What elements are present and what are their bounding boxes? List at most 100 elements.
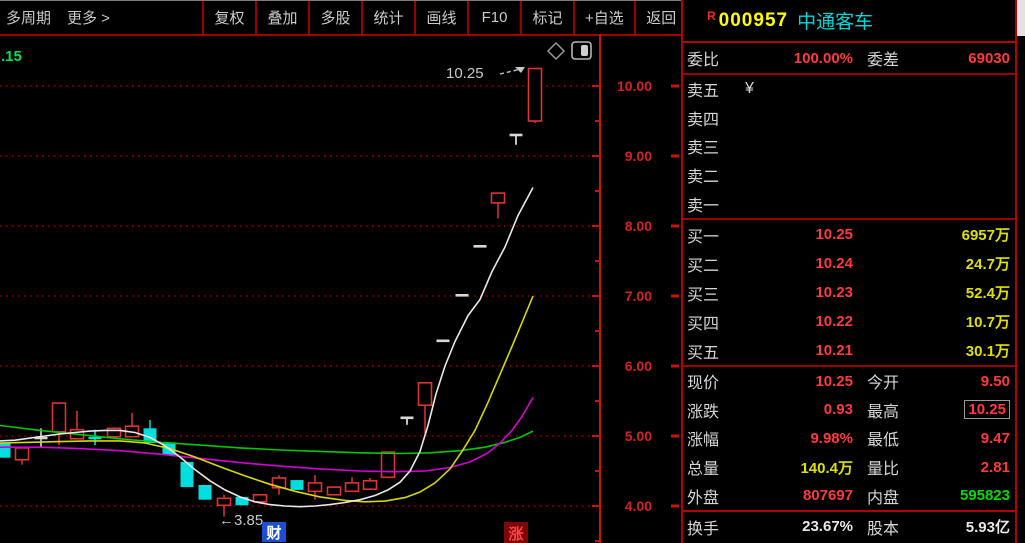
- badge-cai-label: 财: [266, 524, 281, 542]
- y-axis-label: 9.00: [625, 148, 652, 164]
- info-value-2: 10.25: [929, 401, 1010, 418]
- weibi-row: 委比 100.00% 委差 69030: [683, 43, 1015, 75]
- toolbar-button-统计[interactable]: 统计: [361, 1, 414, 34]
- sell-level-label: 卖二: [687, 163, 745, 187]
- gutter-tick: [671, 365, 679, 368]
- candlestick-chart[interactable]: 10.009.008.007.006.005.004.00.1510.25←3.…: [0, 34, 681, 543]
- sell-order-book: 卖五¥卖四卖三卖二卖一: [683, 75, 1015, 220]
- toolbar-button-+自选[interactable]: +自选: [573, 1, 634, 34]
- info-value-1: 0.93: [749, 401, 853, 418]
- info-row: 涨跌0.93最高10.25: [683, 396, 1015, 425]
- toolbar-buttons: 复权叠加多股统计画线F10标记+自选返回: [202, 1, 689, 34]
- stock-title: R 000957 中通客车: [683, 0, 1015, 43]
- candle-down: [291, 480, 304, 490]
- margin-flag: R: [707, 9, 716, 23]
- y-axis-label: 5.00: [625, 428, 652, 444]
- info-row: 外盘807697内盘595823: [683, 481, 1015, 510]
- buy-price: 10.23: [745, 284, 853, 301]
- sell-level-row[interactable]: 卖五¥: [683, 75, 1015, 104]
- toolbar-button-复权[interactable]: 复权: [202, 1, 255, 34]
- candle-up: [382, 452, 395, 477]
- menu-more[interactable]: 更多 >: [67, 7, 110, 28]
- quote-panel: R 000957 中通客车 委比 100.00% 委差 69030 卖五¥卖四卖…: [681, 0, 1017, 543]
- toolbar-button-画线[interactable]: 画线: [414, 1, 467, 34]
- buy-volume: 6957万: [853, 224, 1010, 245]
- info-label-2: 最低: [853, 426, 929, 450]
- toolbar-button-F10[interactable]: F10: [467, 1, 520, 34]
- high-price-annotation: 10.25: [446, 65, 484, 82]
- info-value-1: 140.4万: [749, 457, 853, 478]
- weibi-label: 委比: [687, 46, 749, 70]
- sell-currency-mark: ¥: [745, 80, 853, 98]
- y-axis-label: 10.00: [617, 78, 652, 94]
- buy-level-row[interactable]: 买一10.256957万: [683, 220, 1015, 249]
- buy-level-label: 买一: [687, 223, 745, 247]
- candle-up: [218, 498, 231, 505]
- info-value-1: 9.98%: [749, 430, 853, 447]
- buy-volume: 24.7万: [853, 253, 1010, 274]
- info-label-1: 涨跌: [687, 398, 749, 422]
- toolbar-button-标记[interactable]: 标记: [520, 1, 573, 34]
- weicha-label: 委差: [853, 46, 929, 70]
- chart-toolbar: 多周期 更多 > 复权叠加多股统计画线F10标记+自选返回: [0, 1, 681, 36]
- buy-price: 10.21: [745, 342, 853, 359]
- info-row: 涨幅9.98%最低9.47: [683, 424, 1015, 453]
- footer-row: 换手 23.67% 股本 5.93亿: [683, 512, 1015, 541]
- turnover-label: 换手: [687, 515, 749, 539]
- info-label-1: 现价: [687, 369, 749, 393]
- candle-up: [16, 448, 29, 460]
- toolbar-left-group: 多周期 更多 >: [0, 7, 110, 28]
- info-label-1: 外盘: [687, 484, 749, 508]
- ma-yellow: [0, 296, 533, 502]
- stock-app-window: 多周期 更多 > 复权叠加多股统计画线F10标记+自选返回 10.00 9.00 8…: [0, 0, 1025, 543]
- desktop-corner: [1017, 0, 1025, 36]
- toolbar-button-叠加[interactable]: 叠加: [255, 1, 308, 34]
- sell-level-label: 卖五: [687, 77, 745, 101]
- gutter-tick: [671, 85, 679, 88]
- buy-level-label: 买四: [687, 310, 745, 334]
- info-value-1: 807697: [749, 487, 853, 504]
- y-axis-label: 4.00: [625, 498, 652, 514]
- candle-up: [309, 483, 322, 491]
- buy-level-label: 买二: [687, 252, 745, 276]
- candle-down: [0, 443, 11, 458]
- shares-value: 5.93亿: [929, 516, 1010, 537]
- split-window-icon-fill: [581, 45, 588, 56]
- candle-up: [346, 483, 359, 491]
- sell-level-label: 卖三: [687, 134, 745, 158]
- info-value-1: 10.25: [749, 373, 853, 390]
- gutter-tick: [671, 295, 679, 298]
- info-label-2: 今开: [853, 369, 929, 393]
- sell-level-row[interactable]: 卖三: [683, 132, 1015, 161]
- candle-up: [529, 69, 542, 122]
- buy-price: 10.22: [745, 313, 853, 330]
- candle-up: [492, 193, 505, 203]
- candle-up: [53, 403, 66, 432]
- menu-multi-period[interactable]: 多周期: [6, 7, 51, 28]
- toolbar-button-多股[interactable]: 多股: [308, 1, 361, 34]
- weibi-value: 100.00%: [749, 50, 853, 67]
- ma-value-fragment: .15: [1, 48, 22, 65]
- sell-level-row[interactable]: 卖二: [683, 161, 1015, 190]
- low-price-annotation: ←3.85: [219, 512, 263, 529]
- weicha-value: 69030: [929, 50, 1010, 67]
- buy-volume: 52.4万: [853, 282, 1010, 303]
- buy-order-book: 买一10.256957万买二10.2424.7万买三10.2352.4万买四10…: [683, 220, 1015, 367]
- gutter-tick: [671, 155, 679, 158]
- buy-level-row[interactable]: 买三10.2352.4万: [683, 278, 1015, 307]
- info-value-2: 9.47: [929, 430, 1010, 447]
- ma-white: [0, 188, 533, 507]
- sell-level-row[interactable]: 卖四: [683, 104, 1015, 133]
- sell-level-row[interactable]: 卖一: [683, 189, 1015, 218]
- candle-up: [108, 428, 121, 436]
- buy-price: 10.25: [745, 226, 853, 243]
- info-label-2: 内盘: [853, 484, 929, 508]
- info-value-2: 2.81: [929, 459, 1010, 476]
- buy-level-row[interactable]: 买四10.2210.7万: [683, 307, 1015, 336]
- buy-level-row[interactable]: 买二10.2424.7万: [683, 249, 1015, 278]
- buy-level-label: 买五: [687, 339, 745, 363]
- diamond-icon[interactable]: [548, 43, 564, 59]
- info-row: 现价10.25今开9.50: [683, 367, 1015, 396]
- buy-level-row[interactable]: 买五10.2130.1万: [683, 336, 1015, 365]
- buy-price: 10.24: [745, 255, 853, 272]
